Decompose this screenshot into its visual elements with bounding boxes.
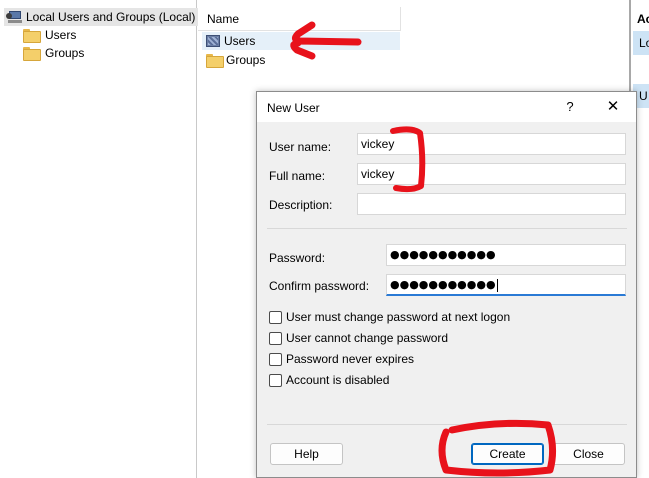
users-icon xyxy=(206,35,220,47)
confirm-password-label: Confirm password: xyxy=(269,279,370,293)
password-dots: ●●●●●●●●●●● xyxy=(390,248,496,261)
folder-icon xyxy=(23,47,41,61)
separator xyxy=(267,228,627,229)
dialog-title-bar[interactable]: New User ? ✕ xyxy=(257,92,636,122)
actions-item[interactable]: Lo xyxy=(633,31,649,55)
checkbox-must-change-password[interactable]: User must change password at next logon xyxy=(269,310,510,324)
tree-item-users[interactable]: Users xyxy=(23,27,76,43)
fullname-label: Full name: xyxy=(269,169,326,183)
password-field[interactable]: ●●●●●●●●●●● xyxy=(386,244,626,266)
description-label: Description: xyxy=(269,198,333,212)
confirm-password-field[interactable]: ●●●●●●●●●●● xyxy=(386,274,626,296)
list-item-users[interactable]: Users xyxy=(202,32,400,50)
help-button[interactable]: Help xyxy=(270,443,343,465)
actions-header: Ac xyxy=(637,12,649,26)
tree-root-local-users-groups[interactable]: Local Users and Groups (Local) xyxy=(4,8,199,26)
new-user-dialog: New User ? ✕ User name: vickey Full name… xyxy=(256,91,637,478)
dialog-title: New User xyxy=(267,101,320,115)
actions-item-label: Lo xyxy=(639,36,649,50)
username-label: User name: xyxy=(269,140,332,154)
list-item-label: Groups xyxy=(226,53,266,67)
tree-item-label: Groups xyxy=(45,46,85,60)
console-tree-pane: Local Users and Groups (Local) Users Gro… xyxy=(0,0,199,478)
confirm-password-dots: ●●●●●●●●●●● xyxy=(390,278,496,291)
checkbox-label: Password never expires xyxy=(286,352,415,366)
close-icon[interactable]: ✕ xyxy=(601,95,625,119)
tree-root-label: Local Users and Groups (Local) xyxy=(26,10,196,24)
username-field[interactable]: vickey xyxy=(357,133,626,155)
create-button[interactable]: Create xyxy=(471,443,544,465)
checkbox-box[interactable] xyxy=(269,352,282,366)
checkbox-label: Account is disabled xyxy=(286,373,390,387)
checkbox-label: User cannot change password xyxy=(286,331,449,345)
checkbox-account-disabled[interactable]: Account is disabled xyxy=(269,373,389,387)
separator xyxy=(267,424,627,425)
help-icon[interactable]: ? xyxy=(562,95,578,119)
list-item-label: Users xyxy=(224,34,256,48)
fullname-field[interactable]: vickey xyxy=(357,163,626,185)
column-header-label: Name xyxy=(207,12,240,26)
tree-item-groups[interactable]: Groups xyxy=(23,45,84,61)
checkbox-box[interactable] xyxy=(269,310,282,324)
checkbox-box[interactable] xyxy=(269,331,282,345)
computer-users-icon xyxy=(6,10,22,24)
close-button[interactable]: Close xyxy=(552,443,625,465)
description-field[interactable] xyxy=(357,193,626,215)
column-header-name[interactable]: Name xyxy=(198,7,401,31)
folder-icon xyxy=(23,29,41,43)
list-item-groups[interactable]: Groups xyxy=(202,51,265,69)
checkbox-password-never-expires[interactable]: Password never expires xyxy=(269,352,414,366)
checkbox-box[interactable] xyxy=(269,373,282,387)
folder-icon xyxy=(206,54,224,68)
tree-item-label: Users xyxy=(45,28,77,42)
password-label: Password: xyxy=(269,251,326,265)
checkbox-cannot-change-password[interactable]: User cannot change password xyxy=(269,331,448,345)
text-caret xyxy=(496,278,498,292)
actions-item-label: U xyxy=(639,89,648,103)
checkbox-label: User must change password at next logon xyxy=(286,310,511,324)
